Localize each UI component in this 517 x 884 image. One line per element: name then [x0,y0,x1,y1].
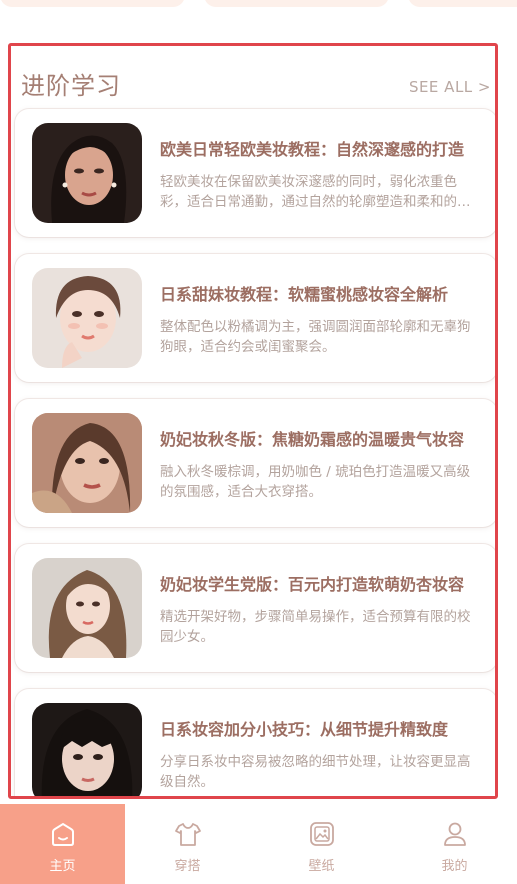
tutorial-thumbnail [32,268,142,368]
tutorial-description: 轻欧美妆在保留欧美妆深邃感的同时，弱化浓重色彩，适合日常通勤，通过自然的轮廓塑造… [160,174,471,210]
category-chip[interactable] [0,0,185,7]
tutorial-title: 奶妃妆秋冬版：焦糖奶霜感的温暖贵气妆容 [160,430,465,449]
home-icon [51,822,74,846]
tutorial-card[interactable]: 日系甜妹妆教程：软糯蜜桃感妆容全解析 整体配色以粉橘调为主，强调圆润面部轮廓和无… [15,254,495,382]
wallpaper-icon [309,821,334,846]
tab-label: 壁纸 [308,858,335,874]
tab-label: 穿搭 [174,858,201,874]
tutorial-title: 日系甜妹妆教程：软糯蜜桃感妆容全解析 [160,285,449,304]
tutorial-card[interactable]: 奶妃妆学生党版：百元内打造软萌奶杏妆容 精选开架好物，步骤简单易操作，适合预算有… [15,544,495,672]
see-all-link[interactable]: SEE ALL > [409,78,491,96]
tab-outfits[interactable]: 穿搭 [125,804,250,884]
shirt-icon [174,822,201,846]
tutorial-card[interactable]: 日系妆容加分小技巧：从细节提升精致度 分享日系妆中容易被忽略的细节处理，让妆容更… [15,689,495,796]
tutorial-description: 精选开架好物，步骤简单易操作，适合预算有限的校园少女。 [160,609,471,645]
top-category-chips [0,0,517,8]
tutorial-description: 整体配色以粉橘调为主，强调圆润面部轮廓和无辜狗狗眼，适合约会或闺蜜聚会。 [160,319,471,355]
profile-icon [443,822,466,846]
tutorial-thumbnail [32,413,142,513]
category-chip[interactable] [204,0,389,7]
tutorial-title: 日系妆容加分小技巧：从细节提升精致度 [160,720,449,739]
tab-wallpaper[interactable]: 壁纸 [259,804,384,884]
advanced-learning-section: 进阶学习 SEE ALL > 欧美日常轻欧美妆教程：自然深邃感的打造 轻欧美妆在… [8,43,498,799]
category-chip[interactable] [408,0,517,7]
tutorial-thumbnail [32,558,142,658]
tutorial-description: 分享日系妆中容易被忽略的细节处理，让妆容更显高级自然。 [160,754,471,790]
tutorial-thumbnail [32,703,142,796]
tutorial-description: 融入秋冬暖棕调，用奶咖色 / 琥珀色打造温暖又高级的氛围感，适合大衣穿搭。 [160,464,471,500]
tutorial-card[interactable]: 欧美日常轻欧美妆教程：自然深邃感的打造 轻欧美妆在保留欧美妆深邃感的同时，弱化浓… [15,109,495,237]
tutorial-title: 奶妃妆学生党版：百元内打造软萌奶杏妆容 [160,575,465,594]
tutorial-thumbnail [32,123,142,223]
tab-label: 我的 [441,858,468,874]
section-title: 进阶学习 [21,72,121,100]
tutorial-card[interactable]: 奶妃妆秋冬版：焦糖奶霜感的温暖贵气妆容 融入秋冬暖棕调，用奶咖色 / 琥珀色打造… [15,399,495,527]
tab-profile[interactable]: 我的 [392,804,517,884]
tab-label: 主页 [49,858,76,874]
bottom-tab-bar: 主页 穿搭 壁纸 我的 [0,804,517,884]
tab-home[interactable]: 主页 [0,804,125,884]
tutorial-title: 欧美日常轻欧美妆教程：自然深邃感的打造 [160,140,465,159]
